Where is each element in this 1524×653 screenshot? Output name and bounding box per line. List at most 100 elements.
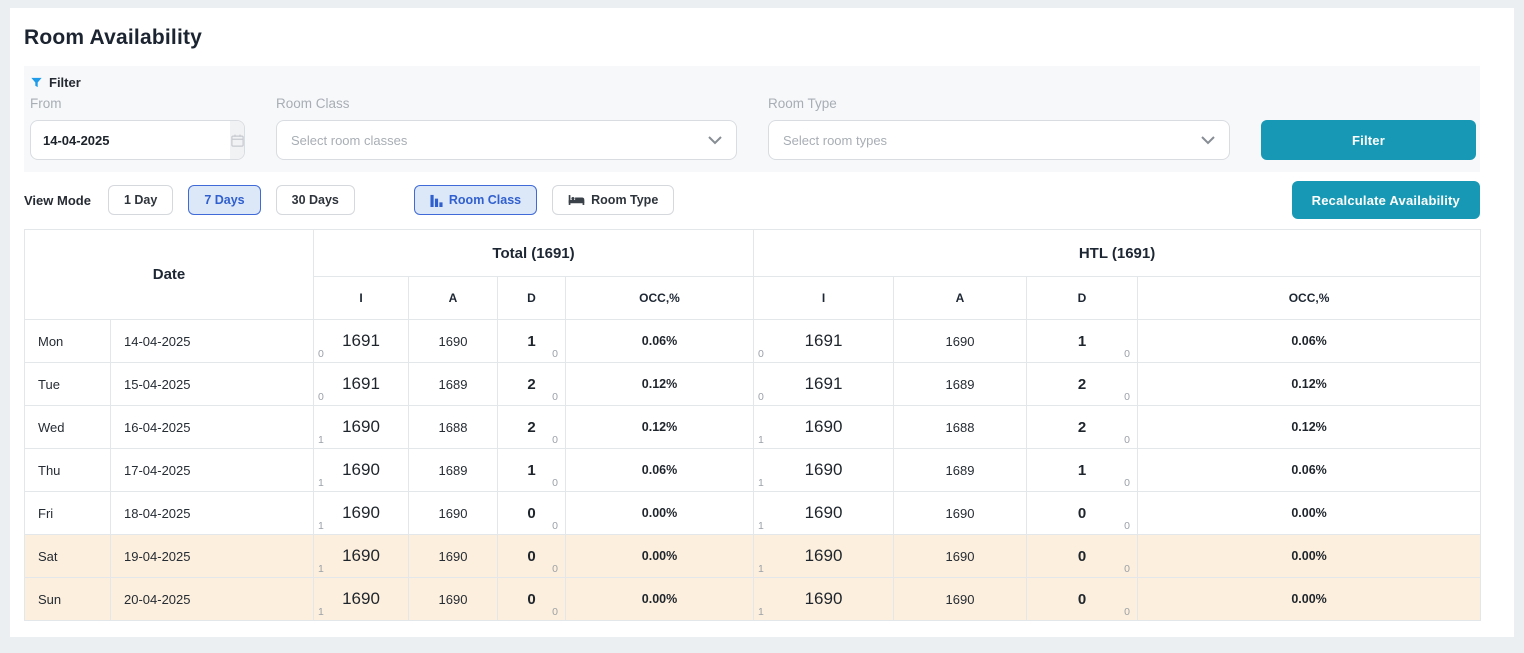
- bed-icon: [568, 194, 585, 206]
- inventory-sub-count: 1: [758, 477, 764, 489]
- calendar-icon[interactable]: [230, 121, 245, 159]
- htl-available-cell: 1688: [894, 406, 1027, 449]
- htl-inventory-cell: 01691: [754, 363, 894, 406]
- room-type-select[interactable]: Select room types: [768, 120, 1230, 160]
- filter-panel-header: Filter: [30, 75, 1478, 90]
- date-cell: 19-04-2025: [111, 535, 314, 578]
- htl-occupancy-cell: 0.00%: [1138, 578, 1481, 621]
- from-date-field[interactable]: [30, 120, 245, 160]
- room-type-toggle-label: Room Type: [591, 193, 658, 207]
- view-mode-label: View Mode: [24, 193, 91, 208]
- total-group-header: Total (1691): [314, 230, 754, 277]
- total-occupancy-cell: 0.12%: [566, 363, 754, 406]
- deducted-sub-count: 0: [552, 348, 558, 360]
- date-cell: 15-04-2025: [111, 363, 314, 406]
- inventory-sub-count: 0: [758, 391, 764, 403]
- inventory-sub-count: 1: [318, 606, 324, 618]
- htl-available-cell: 1690: [894, 535, 1027, 578]
- total-inventory-header: I: [314, 277, 409, 320]
- from-date-input[interactable]: [31, 121, 230, 159]
- day-cell: Wed: [25, 406, 111, 449]
- filter-button[interactable]: Filter: [1261, 120, 1476, 160]
- total-deducted-cell: 00: [498, 578, 566, 621]
- inventory-sub-count: 1: [758, 520, 764, 532]
- group-by-room-type-button[interactable]: Room Type: [552, 185, 674, 215]
- inventory-sub-count: 0: [758, 348, 764, 360]
- table-row: Wed 16-04-2025 11690 1688 20 0.12% 11690…: [25, 406, 1481, 449]
- date-cell: 17-04-2025: [111, 449, 314, 492]
- total-inventory-cell: 11690: [314, 449, 409, 492]
- total-available-cell: 1690: [409, 320, 498, 363]
- inventory-sub-count: 1: [758, 606, 764, 618]
- htl-available-cell: 1690: [894, 320, 1027, 363]
- date-cell: 16-04-2025: [111, 406, 314, 449]
- table-row: Sun 20-04-2025 11690 1690 00 0.00% 11690…: [25, 578, 1481, 621]
- htl-available-cell: 1690: [894, 492, 1027, 535]
- from-label: From: [30, 96, 245, 111]
- htl-inventory-cell: 11690: [754, 492, 894, 535]
- htl-available-cell: 1690: [894, 578, 1027, 621]
- view-mode-7-days-button[interactable]: 7 Days: [188, 185, 260, 215]
- room-class-toggle-label: Room Class: [449, 193, 521, 207]
- total-deducted-cell: 20: [498, 363, 566, 406]
- htl-inventory-cell: 11690: [754, 406, 894, 449]
- room-availability-page: Room Availability Filter From: [10, 8, 1514, 637]
- htl-available-cell: 1689: [894, 449, 1027, 492]
- htl-inventory-header: I: [754, 277, 894, 320]
- htl-deducted-cell: 00: [1027, 578, 1138, 621]
- htl-deducted-cell: 10: [1027, 449, 1138, 492]
- total-deducted-cell: 20: [498, 406, 566, 449]
- deducted-sub-count: 0: [1124, 391, 1130, 403]
- total-deducted-cell: 10: [498, 449, 566, 492]
- room-class-placeholder: Select room classes: [291, 133, 708, 148]
- htl-deducted-cell: 20: [1027, 363, 1138, 406]
- group-by-room-class-button[interactable]: Room Class: [414, 185, 537, 215]
- deducted-sub-count: 0: [1124, 606, 1130, 618]
- table-row: Mon 14-04-2025 01691 1690 10 0.06% 01691…: [25, 320, 1481, 363]
- htl-occupancy-cell: 0.12%: [1138, 406, 1481, 449]
- htl-deducted-cell: 00: [1027, 492, 1138, 535]
- total-occupancy-cell: 0.06%: [566, 449, 754, 492]
- total-inventory-cell: 11690: [314, 578, 409, 621]
- total-occupancy-cell: 0.00%: [566, 578, 754, 621]
- page-title: Room Availability: [24, 26, 1514, 50]
- total-inventory-cell: 01691: [314, 363, 409, 406]
- htl-inventory-cell: 11690: [754, 535, 894, 578]
- htl-occupancy-cell: 0.00%: [1138, 492, 1481, 535]
- date-cell: 14-04-2025: [111, 320, 314, 363]
- table-row: Sat 19-04-2025 11690 1690 00 0.00% 11690…: [25, 535, 1481, 578]
- htl-occupancy-cell: 0.06%: [1138, 320, 1481, 363]
- table-row: Fri 18-04-2025 11690 1690 00 0.00% 11690…: [25, 492, 1481, 535]
- htl-deducted-cell: 00: [1027, 535, 1138, 578]
- htl-occupancy-header: OCC,%: [1138, 277, 1481, 320]
- view-mode-30-days-button[interactable]: 30 Days: [276, 185, 355, 215]
- filter-panel-title: Filter: [49, 75, 81, 90]
- recalculate-availability-button[interactable]: Recalculate Availability: [1292, 181, 1480, 219]
- availability-table: Date Total (1691) HTL (1691) I A D OCC,%…: [24, 229, 1481, 621]
- total-available-cell: 1688: [409, 406, 498, 449]
- deducted-sub-count: 0: [1124, 477, 1130, 489]
- total-occupancy-cell: 0.12%: [566, 406, 754, 449]
- htl-deducted-cell: 20: [1027, 406, 1138, 449]
- deducted-sub-count: 0: [552, 477, 558, 489]
- day-cell: Tue: [25, 363, 111, 406]
- total-available-cell: 1690: [409, 492, 498, 535]
- htl-available-cell: 1689: [894, 363, 1027, 406]
- chevron-down-icon: [708, 136, 722, 145]
- total-deducted-header: D: [498, 277, 566, 320]
- funnel-icon: [30, 76, 43, 89]
- inventory-sub-count: 1: [758, 434, 764, 446]
- total-inventory-cell: 01691: [314, 320, 409, 363]
- total-occupancy-cell: 0.06%: [566, 320, 754, 363]
- room-class-select[interactable]: Select room classes: [276, 120, 737, 160]
- view-mode-1-day-button[interactable]: 1 Day: [108, 185, 173, 215]
- total-occupancy-cell: 0.00%: [566, 535, 754, 578]
- total-occupancy-cell: 0.00%: [566, 492, 754, 535]
- htl-occupancy-cell: 0.00%: [1138, 535, 1481, 578]
- total-inventory-cell: 11690: [314, 406, 409, 449]
- deducted-sub-count: 0: [552, 520, 558, 532]
- total-deducted-cell: 10: [498, 320, 566, 363]
- htl-deducted-header: D: [1027, 277, 1138, 320]
- inventory-sub-count: 1: [318, 520, 324, 532]
- room-class-label: Room Class: [276, 96, 737, 111]
